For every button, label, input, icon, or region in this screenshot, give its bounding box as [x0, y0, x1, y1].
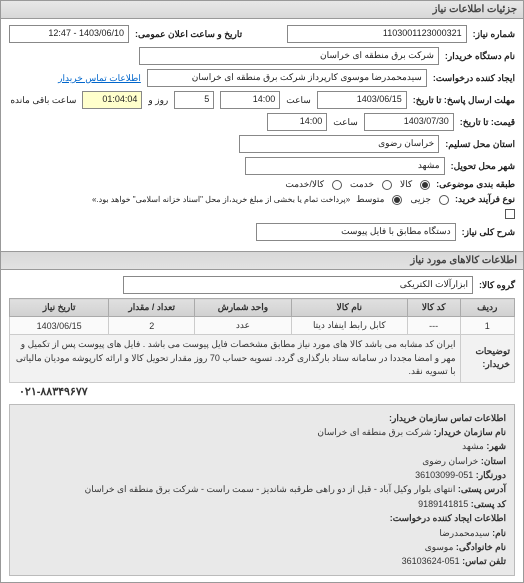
- c-lastname-label: نام خانوادگی:: [456, 542, 506, 552]
- process-note: «پرداخت تمام یا بخشی از مبلغ خرید،از محل…: [92, 195, 350, 204]
- category-label: طبقه بندی موضوعی:: [436, 179, 515, 190]
- c-name: سیدمحمدرضا: [439, 528, 489, 538]
- c-province: خراسان رضوی: [422, 456, 478, 466]
- cell-name: کابل رابط اینفاد دیتا: [291, 317, 407, 335]
- radio-small[interactable]: [439, 195, 449, 205]
- cell-code: ---: [407, 317, 460, 335]
- panel-title: جزئیات اطلاعات نیاز: [1, 1, 523, 19]
- c-postal-label: کد پستی:: [471, 499, 506, 509]
- deadline-date-field: 1403/06/15: [317, 91, 407, 109]
- cell-unit: عدد: [195, 317, 292, 335]
- radio-medium-label: متوسط: [356, 194, 384, 205]
- details-panel: جزئیات اطلاعات نیاز شماره نیاز: 11030011…: [0, 0, 524, 583]
- cell-date: 1403/06/15: [10, 317, 109, 335]
- items-table: ردیف کد کالا نام کالا واحد شمارش تعداد /…: [9, 298, 515, 383]
- notes-label-cell: توضیحات خریدار:: [460, 335, 514, 383]
- group-field: ابزارآلات الکتریکی: [123, 276, 473, 294]
- group-label: گروه کالا:: [479, 280, 515, 291]
- notes-row: توضیحات خریدار: ایران کد مشابه می باشد ک…: [10, 335, 515, 383]
- time-label-2: ساعت: [333, 117, 358, 128]
- deadline-time-field: 14:00: [220, 91, 280, 109]
- c-fax-label: دورنگار:: [476, 470, 506, 480]
- process-type-label: نوع فرآیند خرید:: [455, 194, 515, 205]
- contact-title: اطلاعات تماس سازمان خریدار:: [389, 413, 506, 423]
- c-city-label: شهر:: [486, 441, 506, 451]
- th-qty: تعداد / مقدار: [109, 299, 195, 317]
- c-phone-label: تلفن تماس:: [462, 556, 506, 566]
- desc-label: شرح کلی نیاز:: [462, 227, 515, 238]
- deadline-label: مهلت ارسال پاسخ: تا تاریخ:: [413, 95, 515, 106]
- c-lastname: موسوی: [425, 542, 454, 552]
- c-org-label: نام سازمان خریدار:: [434, 427, 506, 437]
- buyer-org-label: نام دستگاه خریدار:: [445, 51, 515, 62]
- days-remaining-field: 5: [174, 91, 214, 109]
- process-radio-group: جزیی متوسط: [356, 194, 449, 205]
- radio-goods-label: کالا: [400, 179, 412, 190]
- c-city: مشهد: [462, 441, 484, 451]
- radio-service-label: خدمت: [350, 179, 374, 190]
- th-code: کد کالا: [407, 299, 460, 317]
- c-phone: 051-36103624: [402, 556, 460, 566]
- city-label: شهر محل تحویل:: [451, 161, 515, 172]
- time-label-1: ساعت: [286, 95, 311, 106]
- c-address-label: آدرس پستی:: [458, 484, 506, 494]
- form-body: شماره نیاز: 1103001123000321 تاریخ و ساع…: [1, 19, 523, 251]
- days-remaining-label: روز و: [148, 95, 168, 106]
- price-validity-label: قیمت: تا تاریخ:: [460, 117, 515, 128]
- notes-text-cell: ایران کد مشابه می باشد کالا های مورد نیا…: [10, 335, 461, 383]
- c-name-label: نام:: [492, 528, 506, 538]
- radio-goods[interactable]: [420, 180, 430, 190]
- radio-medium[interactable]: [392, 195, 402, 205]
- buyer-org-field: شرکت برق منطقه ای خراسان: [139, 47, 439, 65]
- radio-service[interactable]: [382, 180, 392, 190]
- time-remaining-label: ساعت باقی مانده: [10, 95, 76, 106]
- province-label: استان محل تسلیم:: [445, 139, 515, 150]
- c-address: انتهای بلوار وکیل آباد - قبل از دو راهی …: [85, 484, 456, 494]
- cell-row: 1: [460, 317, 514, 335]
- c-org: شرکت برق منطقه ای خراسان: [317, 427, 431, 437]
- buyer-contact-link[interactable]: اطلاعات تماس خریدار: [58, 73, 141, 84]
- creator-label: ایجاد کننده درخواست:: [433, 73, 515, 84]
- items-section-title: اطلاعات کالاهای مورد نیاز: [1, 251, 523, 270]
- radio-goods-service[interactable]: [332, 180, 342, 190]
- th-name: نام کالا: [291, 299, 407, 317]
- request-no-field: 1103001123000321: [287, 25, 467, 43]
- c-fax: 051-36103099: [415, 470, 473, 480]
- radio-goods-service-label: کالا/خدمت: [285, 179, 324, 190]
- c-postal: 9189141815: [418, 499, 468, 509]
- request-no-label: شماره نیاز:: [473, 29, 515, 40]
- th-row: ردیف: [460, 299, 514, 317]
- c-creator-title: اطلاعات ایجاد کننده درخواست:: [390, 513, 506, 523]
- city-field: مشهد: [245, 157, 445, 175]
- category-radio-group: کالا خدمت کالا/خدمت: [285, 179, 430, 190]
- price-validity-date-field: 1403/07/30: [364, 113, 454, 131]
- table-row: 1 --- کابل رابط اینفاد دیتا عدد 2 1403/0…: [10, 317, 515, 335]
- th-unit: واحد شمارش: [195, 299, 292, 317]
- province-field: خراسان رضوی: [239, 135, 439, 153]
- c-province-label: استان:: [481, 456, 506, 466]
- cell-qty: 2: [109, 317, 195, 335]
- contact-block: اطلاعات تماس سازمان خریدار: نام سازمان خ…: [9, 404, 515, 576]
- time-remaining-field: 01:04:04: [82, 91, 142, 109]
- notes-label: توضیحات خریدار:: [475, 346, 510, 370]
- desc-field: دستگاه مطابق با فایل پیوست: [256, 223, 456, 241]
- footer-phone: ۰۲۱-۸۸۳۴۹۶۷۷: [9, 383, 515, 400]
- checkbox-unknown[interactable]: [505, 209, 515, 219]
- radio-small-label: جزیی: [410, 194, 431, 205]
- announce-field: 1403/06/10 - 12:47: [9, 25, 129, 43]
- price-validity-time-field: 14:00: [267, 113, 327, 131]
- creator-field: سیدمحمدرضا موسوی کارپرداز شرکت برق منطقه…: [147, 69, 427, 87]
- announce-label: تاریخ و ساعت اعلان عمومی:: [135, 29, 242, 40]
- th-date: تاریخ نیاز: [10, 299, 109, 317]
